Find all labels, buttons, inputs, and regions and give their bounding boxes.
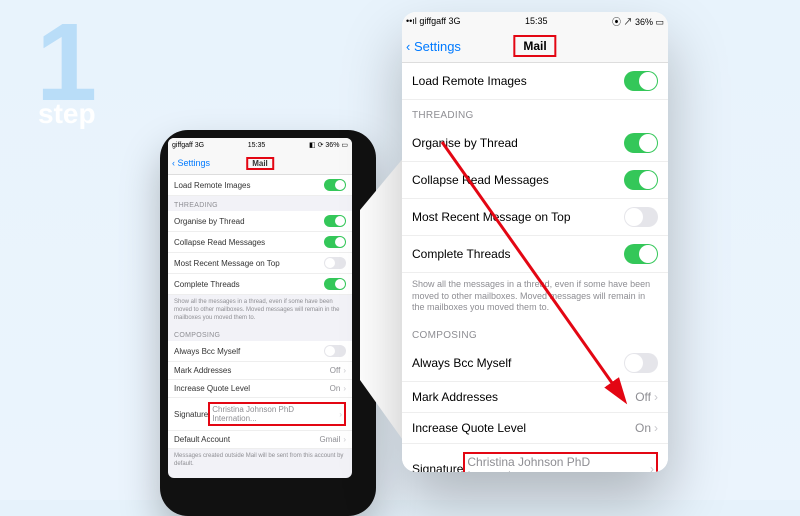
chevron-right-icon: › [339,410,342,419]
toggle-icon[interactable] [324,345,346,357]
row-collapse[interactable]: Collapse Read Messages [402,162,668,199]
toggle-icon[interactable] [624,353,658,373]
toggle-icon[interactable] [624,133,658,153]
threading-footer: Show all the messages in a thread, even … [168,295,352,326]
section-composing: COMPOSING [168,326,352,341]
row-organise[interactable]: Organise by Thread [168,211,352,232]
row-organise[interactable]: Organise by Thread [402,125,668,162]
chevron-right-icon: › [343,384,346,393]
toggle-icon[interactable] [324,215,346,227]
row-signature[interactable]: SignatureChristina Johnson PhD Internati… [168,398,352,431]
row-mark[interactable]: Mark AddressesOff› [402,382,668,413]
row-mark[interactable]: Mark AddressesOff› [168,362,352,380]
step-badge: 1 step [36,8,97,118]
toggle-icon[interactable] [324,278,346,290]
chevron-right-icon: › [650,462,654,472]
nav-bar: ‹ Settings Mail [168,152,352,175]
row-most-recent[interactable]: Most Recent Message on Top [168,253,352,274]
row-most-recent[interactable]: Most Recent Message on Top [402,199,668,236]
chevron-right-icon: › [654,421,658,435]
step-label: step [38,98,96,130]
row-signature[interactable]: SignatureChristina Johnson PhD Internati… [402,444,668,472]
back-button[interactable]: ‹ Settings [402,39,461,54]
toggle-icon[interactable] [624,71,658,91]
back-button[interactable]: ‹ Settings [168,158,210,168]
section-threading: THREADING [168,196,352,211]
chevron-right-icon: › [343,435,346,444]
row-load-remote[interactable]: Load Remote Images [402,63,668,100]
zoom-panel: ••ıl giffgaff 3G 15:35 ⦿ ↗ 36% ▭ ‹ Setti… [402,12,668,472]
toggle-icon[interactable] [324,179,346,191]
phone-mockup: giffgaff 3G 15:35 ◧ ⟳ 36% ▭ ‹ Settings M… [160,130,376,516]
toggle-icon[interactable] [324,236,346,248]
row-complete[interactable]: Complete Threads [168,274,352,295]
toggle-icon[interactable] [624,207,658,227]
status-bar: ••ıl giffgaff 3G 15:35 ⦿ ↗ 36% ▭ [402,12,668,30]
chevron-right-icon: › [343,366,346,375]
page-title: Mail [513,35,556,57]
row-collapse[interactable]: Collapse Read Messages [168,232,352,253]
row-bcc[interactable]: Always Bcc Myself [402,345,668,382]
row-load-remote[interactable]: Load Remote Images [168,175,352,196]
chevron-right-icon: › [654,390,658,404]
section-composing: COMPOSING [402,320,668,345]
toggle-icon[interactable] [324,257,346,269]
toggle-icon[interactable] [624,244,658,264]
page-title: Mail [246,157,274,170]
row-quote[interactable]: Increase Quote LevelOn› [168,380,352,398]
toggle-icon[interactable] [624,170,658,190]
threading-footer: Show all the messages in a thread, even … [402,273,668,320]
signature-highlight: Christina Johnson PhD Internation...› [463,452,658,472]
row-complete[interactable]: Complete Threads [402,236,668,273]
row-bcc[interactable]: Always Bcc Myself [168,341,352,362]
default-footer: Messages created outside Mail will be se… [168,449,352,473]
row-default[interactable]: Default AccountGmail› [168,431,352,449]
status-bar: giffgaff 3G 15:35 ◧ ⟳ 36% ▭ [168,138,352,152]
section-threading: THREADING [402,100,668,125]
nav-bar: ‹ Settings Mail [402,30,668,63]
row-quote[interactable]: Increase Quote LevelOn› [402,413,668,444]
